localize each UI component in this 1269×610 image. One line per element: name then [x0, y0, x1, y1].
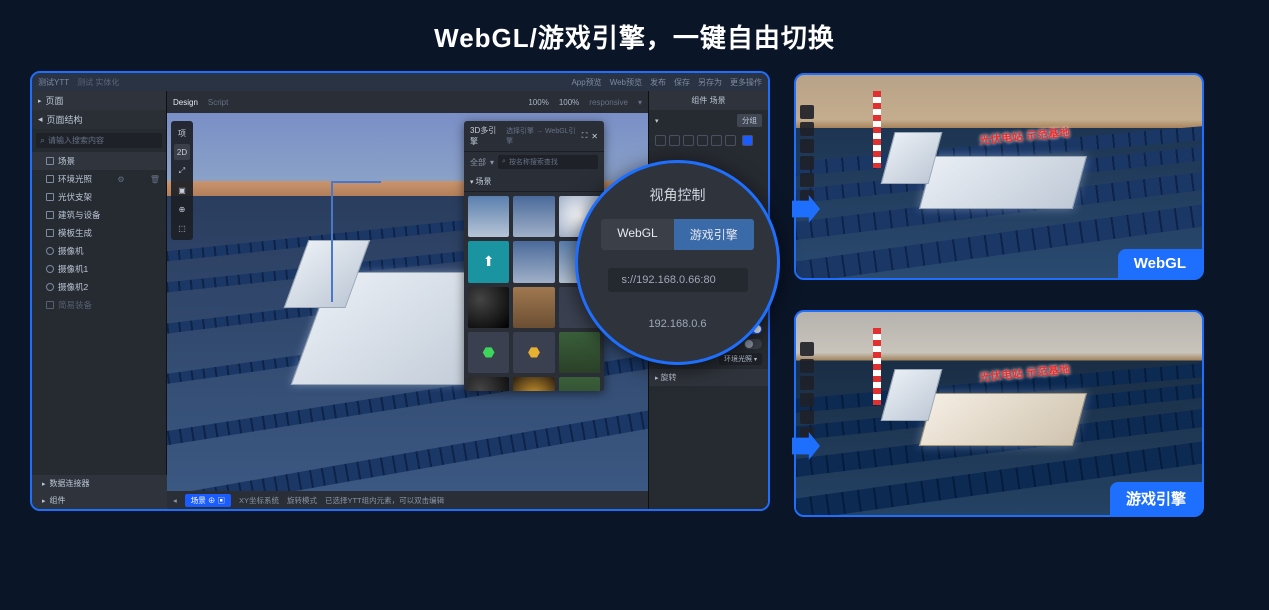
vp-tool-2d[interactable]: 2D	[174, 144, 190, 160]
tree-item-camera1[interactable]: 摄像机1	[32, 260, 166, 278]
engine-switch: WebGL 游戏引擎	[601, 219, 753, 250]
tree-item-simple[interactable]: 简易装备	[32, 296, 166, 314]
insp-section-rotation[interactable]: 旋转	[649, 369, 768, 386]
action-app-preview[interactable]: App预览	[571, 77, 601, 88]
tree-data-connector[interactable]: 数据连接器	[32, 475, 167, 492]
asset-cube[interactable]: ⬣	[513, 332, 554, 373]
project-name: 测试YTT	[38, 77, 69, 88]
inspector-header: 组件 场景	[649, 91, 768, 110]
zoom-addr: 192.168.0.6	[648, 318, 706, 330]
asset-search[interactable]: 按名称搜索查找	[498, 155, 598, 169]
asset-grass[interactable]	[559, 332, 600, 373]
switch-webgl[interactable]: WebGL	[601, 219, 673, 250]
vp-tool-move[interactable]: ⤢	[174, 163, 190, 179]
vp-tool-select[interactable]: ⬚	[174, 220, 190, 236]
asset-dark2[interactable]	[468, 377, 509, 391]
tree-header[interactable]: 页面	[32, 91, 166, 110]
asset-terrain-sand[interactable]	[513, 287, 554, 328]
tree-item-building[interactable]: 建筑与设备	[32, 206, 166, 224]
tab-script[interactable]: Script	[208, 98, 228, 107]
asset-forest[interactable]	[559, 377, 600, 391]
vp-tool-box[interactable]: ▣	[174, 182, 190, 198]
inspector-group[interactable]: 分组	[649, 110, 768, 131]
tree-item-cameras[interactable]: 摄像机	[32, 242, 166, 260]
tree-section-structure[interactable]: ◂ 页面结构	[32, 110, 166, 129]
status-text: 已选择YTT组内元素，可以双击编辑	[325, 495, 444, 506]
asset-tree[interactable]: ⬣	[468, 332, 509, 373]
asset-upload[interactable]: ⬆	[468, 241, 509, 282]
crane-model	[331, 181, 333, 302]
preview-webgl: 光伏电站 示范基地 WebGL	[794, 73, 1204, 280]
asset-sky-3[interactable]	[513, 241, 554, 282]
asset-sky-1[interactable]	[468, 196, 509, 237]
insp-env-select[interactable]: 环境光照	[719, 353, 762, 365]
asset-night[interactable]	[468, 287, 509, 328]
action-saveas[interactable]: 另存为	[698, 77, 722, 88]
factory-preview	[919, 393, 1087, 446]
tree-item-camera2[interactable]: 摄像机2	[32, 278, 166, 296]
coord-system[interactable]: XY坐标系统	[239, 495, 279, 506]
tree-bottom: 数据连接器 组件	[32, 475, 167, 509]
asset-sub: 选择引擎 → WebGL引擎	[506, 126, 578, 146]
switch-game-engine[interactable]: 游戏引擎	[674, 219, 754, 250]
badge-engine: 游戏引擎	[1110, 482, 1202, 515]
inspector-toolbar[interactable]	[649, 131, 768, 150]
delete-icon[interactable]: 🗑	[150, 175, 160, 184]
tree-components[interactable]: 组件	[32, 492, 167, 509]
asset-expand-icon[interactable]: ⛶	[582, 131, 588, 141]
action-web-preview[interactable]: Web预览	[610, 77, 642, 88]
scene-chip[interactable]: 场景 ⊕ ▣	[185, 494, 231, 507]
badge-webgl: WebGL	[1118, 249, 1202, 278]
tree-item-template[interactable]: 模板生成	[32, 224, 166, 242]
zoom-callout: 视角控制 WebGL 游戏引擎 s://192.168.0.66:80 192.…	[575, 160, 780, 365]
rotate-mode[interactable]: 旋转模式	[287, 495, 317, 506]
asset-header: 3D多引擎	[470, 125, 502, 147]
vp-tool-label: 项	[174, 125, 190, 141]
viewport-prev-icon[interactable]: ◂	[173, 496, 177, 505]
zoom-1[interactable]: 100%	[528, 98, 548, 107]
preview-engine: 光伏电站 示范基地 游戏引擎	[794, 310, 1204, 517]
preview-overlay-toolbar	[800, 105, 814, 204]
action-publish[interactable]: 发布	[650, 77, 666, 88]
settings-icon[interactable]: ⚙	[117, 175, 124, 184]
viewport-toolbar: 项 2D ⤢ ▣ ⊕ ⬚	[171, 121, 193, 240]
tree-item-solar[interactable]: 光伏支架	[32, 188, 166, 206]
zoom-2[interactable]: 100%	[559, 98, 579, 107]
responsive-select[interactable]: responsive	[589, 98, 628, 107]
asset-close-icon[interactable]: ✕	[591, 132, 598, 141]
factory-preview	[919, 156, 1087, 209]
status-bar: ◂ 场景 ⊕ ▣ XY坐标系统 旋转模式 已选择YTT组内元素，可以双击编辑	[167, 491, 648, 509]
vp-tool-add[interactable]: ⊕	[174, 201, 190, 217]
tree-item-env-light[interactable]: 环境光照⚙🗑	[32, 170, 166, 188]
tree-search[interactable]: 请输入搜索内容	[36, 133, 162, 148]
tree-root-scene[interactable]: 场景	[32, 152, 166, 170]
preview-column: 光伏电站 示范基地 WebGL 光伏电站 示范基地 游戏引擎	[794, 71, 1204, 517]
zoom-ws-url[interactable]: s://192.168.0.66:80	[608, 268, 748, 292]
zoom-header: 视角控制	[650, 185, 706, 205]
canvas-toolbar: Design Script 100% 100% responsive ▾	[167, 91, 648, 113]
preview-overlay-toolbar	[800, 342, 814, 441]
asset-sky-2[interactable]	[513, 196, 554, 237]
chimney	[873, 91, 881, 168]
tab-design[interactable]: Design	[173, 98, 198, 107]
action-more[interactable]: 更多操作	[730, 77, 762, 88]
page-title: WebGL/游戏引擎，一键自由切换	[0, 0, 1269, 71]
asset-filter-all[interactable]: 全部	[470, 157, 486, 168]
asset-sunset[interactable]	[513, 377, 554, 391]
breadcrumb: 测试 实体化	[77, 77, 119, 88]
insp-autorotate-toggle[interactable]	[744, 339, 762, 349]
chimney	[873, 328, 881, 405]
editor-titlebar: 测试YTT 测试 实体化 App预览 Web预览 发布 保存 另存为 更多操作	[32, 73, 768, 91]
asset-section-scene[interactable]: 场景	[464, 172, 604, 192]
scene-tree-panel: 页面 ◂ 页面结构 请输入搜索内容 场景 环境光照⚙🗑 光伏支架 建筑与设备 模…	[32, 91, 167, 509]
action-save[interactable]: 保存	[674, 77, 690, 88]
